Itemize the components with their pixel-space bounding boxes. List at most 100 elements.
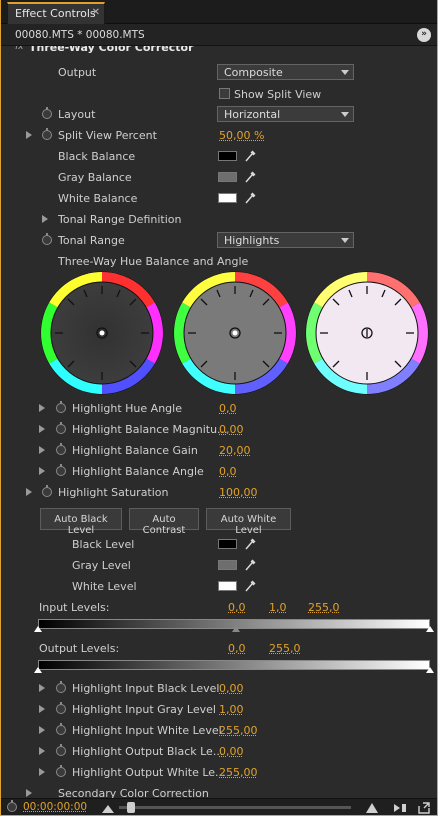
expand-triangle-icon[interactable] — [26, 789, 32, 797]
split-percent-label: Split View Percent — [58, 129, 157, 142]
white-balance-swatch[interactable] — [218, 193, 237, 203]
output-dropdown[interactable]: Composite — [217, 64, 354, 80]
expand-triangle-icon[interactable] — [39, 726, 45, 734]
output-white-row: Highlight Output White Le... 255,00 — [1, 762, 437, 783]
output-black-handle[interactable] — [34, 667, 42, 673]
expand-triangle-icon[interactable] — [39, 705, 45, 713]
output-white-level-value[interactable]: 255,00 — [219, 766, 258, 779]
expand-triangle-icon[interactable] — [39, 425, 45, 433]
eyedropper-icon[interactable] — [244, 149, 256, 163]
zoom-in-icon[interactable] — [365, 802, 379, 814]
eyedropper-icon[interactable] — [244, 191, 256, 205]
expand-triangle-icon[interactable] — [42, 215, 48, 223]
stopwatch-icon[interactable] — [56, 464, 66, 476]
export-icon[interactable] — [417, 802, 431, 814]
black-balance-swatch[interactable] — [218, 151, 237, 161]
output-white-label: Highlight Output White Le... — [72, 766, 226, 779]
stopwatch-icon[interactable] — [56, 723, 66, 735]
gray-balance-row: Gray Balance — [1, 167, 437, 188]
saturation-value[interactable]: 100,00 — [219, 486, 258, 499]
output-black-level-value[interactable]: 0,00 — [219, 745, 244, 758]
stopwatch-icon[interactable] — [56, 702, 66, 714]
stopwatch-icon[interactable] — [56, 765, 66, 777]
shadows-color-wheel[interactable] — [40, 271, 164, 395]
black-level-swatch[interactable] — [218, 539, 237, 549]
midtones-color-wheel[interactable] — [173, 271, 297, 395]
auto-white-level-button[interactable]: Auto White Level — [206, 508, 291, 536]
stopwatch-icon[interactable] — [56, 744, 66, 756]
highlights-color-wheel[interactable] — [305, 271, 429, 395]
output-levels-ramp[interactable] — [38, 660, 430, 670]
stopwatch-icon[interactable] — [42, 233, 52, 245]
effect-header[interactable]: fx Three-Way Color Corrector — [1, 46, 437, 56]
stopwatch-icon[interactable] — [42, 128, 52, 140]
tonal-range-dropdown[interactable]: Highlights — [217, 232, 354, 248]
panel-menu-icon[interactable]: » — [417, 28, 431, 42]
stopwatch-icon[interactable] — [42, 485, 52, 497]
stopwatch-icon[interactable] — [56, 443, 66, 455]
output-black-value[interactable]: 0,0 — [228, 642, 246, 655]
eyedropper-icon[interactable] — [244, 579, 256, 593]
white-level-swatch[interactable] — [218, 581, 237, 591]
split-percent-value[interactable]: 50,00 % — [219, 129, 264, 142]
eyedropper-icon[interactable] — [244, 537, 256, 551]
effect-controls-panel: Effect Controls ✕ 00080.MTS * 00080.MTS … — [0, 0, 438, 816]
output-white-handle[interactable] — [426, 667, 434, 673]
layout-dropdown[interactable]: Horizontal — [217, 106, 354, 122]
expand-triangle-icon[interactable] — [26, 488, 32, 496]
layout-value: Horizontal — [224, 108, 281, 121]
expand-triangle-icon[interactable] — [39, 684, 45, 692]
playhead-icon — [7, 800, 17, 812]
input-white-value[interactable]: 255,0 — [308, 601, 340, 614]
input-black-value[interactable]: 0,0 — [228, 601, 246, 614]
input-gray-handle[interactable] — [232, 626, 240, 632]
expand-triangle-icon[interactable] — [39, 446, 45, 454]
zoom-out-icon[interactable] — [101, 802, 115, 814]
white-level-label: White Level — [72, 580, 137, 593]
stopwatch-icon[interactable] — [42, 107, 52, 119]
eyedropper-icon[interactable] — [244, 558, 256, 572]
input-black-handle[interactable] — [34, 626, 42, 632]
zoom-slider-handle[interactable] — [127, 802, 135, 813]
black-balance-row: Black Balance — [1, 146, 437, 167]
fx-icon[interactable]: fx — [15, 46, 24, 52]
output-white-value[interactable]: 255,0 — [269, 642, 301, 655]
auto-black-level-button[interactable]: Auto Black Level — [40, 508, 122, 536]
output-label: Output — [58, 66, 97, 79]
tab-effect-controls[interactable]: Effect Controls ✕ — [7, 2, 105, 24]
input-black-level-value[interactable]: 0,00 — [219, 682, 244, 695]
play-audio-icon[interactable] — [393, 802, 407, 814]
expand-triangle-icon[interactable] — [39, 467, 45, 475]
eyedropper-icon[interactable] — [244, 170, 256, 184]
timecode[interactable]: 00:00:00:00 — [23, 801, 87, 813]
split-percent-row: Split View Percent 50,00 % — [1, 125, 437, 146]
tonal-range-label: Tonal Range — [58, 234, 125, 247]
white-balance-row: White Balance — [1, 188, 437, 209]
input-gamma-value[interactable]: 1,0 — [269, 601, 287, 614]
stopwatch-icon[interactable] — [56, 401, 66, 413]
stopwatch-icon[interactable] — [56, 422, 66, 434]
gray-level-swatch[interactable] — [218, 560, 237, 570]
input-black-row: Highlight Input Black Level 0,00 — [1, 678, 437, 699]
expand-triangle-icon[interactable] — [39, 404, 45, 412]
show-split-checkbox[interactable] — [219, 88, 230, 99]
stopwatch-icon[interactable] — [56, 681, 66, 693]
input-gray-level-value[interactable]: 1,00 — [219, 703, 244, 716]
expand-triangle-icon[interactable] — [39, 747, 45, 755]
tonal-def-row: Tonal Range Definition — [1, 209, 437, 230]
balance-magnitude-value[interactable]: 0,00 — [219, 423, 244, 436]
auto-contrast-button[interactable]: Auto Contrast — [129, 508, 199, 536]
hue-angle-value[interactable]: 0,0 — [219, 402, 237, 415]
expand-triangle-icon[interactable] — [39, 768, 45, 776]
input-white-handle[interactable] — [426, 626, 434, 632]
expand-triangle-icon[interactable] — [26, 131, 32, 139]
balance-gain-value[interactable]: 20,00 — [219, 444, 251, 457]
output-row: Output Composite — [1, 62, 437, 83]
close-icon[interactable]: ✕ — [92, 7, 100, 18]
tonal-range-row: Tonal Range Highlights — [1, 230, 437, 251]
input-white-level-value[interactable]: 255,00 — [219, 724, 258, 737]
black-balance-label: Black Balance — [58, 150, 136, 163]
zoom-slider-track[interactable] — [119, 806, 351, 809]
balance-angle-value[interactable]: 0,0 — [219, 465, 237, 478]
gray-balance-swatch[interactable] — [218, 172, 237, 182]
